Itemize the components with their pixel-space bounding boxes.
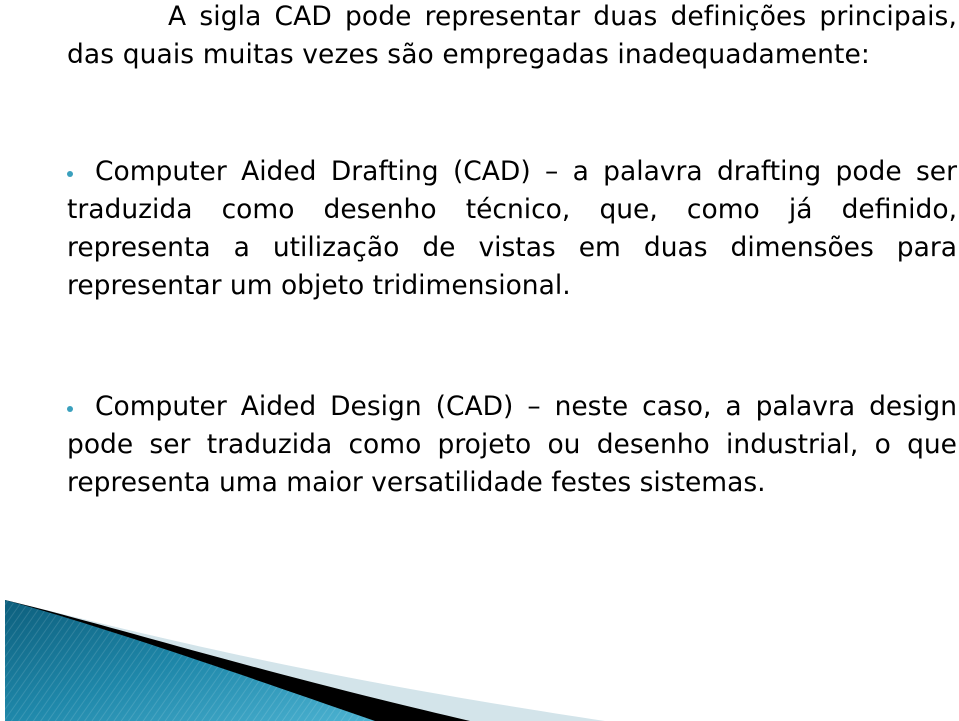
decorative-wave <box>5 600 605 721</box>
bullet-item-design: Computer Aided Design (CAD) – neste caso… <box>67 388 957 502</box>
bullet-item-drafting: Computer Aided Drafting (CAD) – a palavr… <box>67 153 957 305</box>
bullet-text: Computer Aided Design (CAD) – neste caso… <box>67 391 957 498</box>
intro-paragraph: A sigla CAD pode representar duas defini… <box>67 0 957 74</box>
intro-text: A sigla CAD pode representar duas defini… <box>67 1 957 70</box>
bullet-text: Computer Aided Drafting (CAD) – a palavr… <box>67 156 957 301</box>
